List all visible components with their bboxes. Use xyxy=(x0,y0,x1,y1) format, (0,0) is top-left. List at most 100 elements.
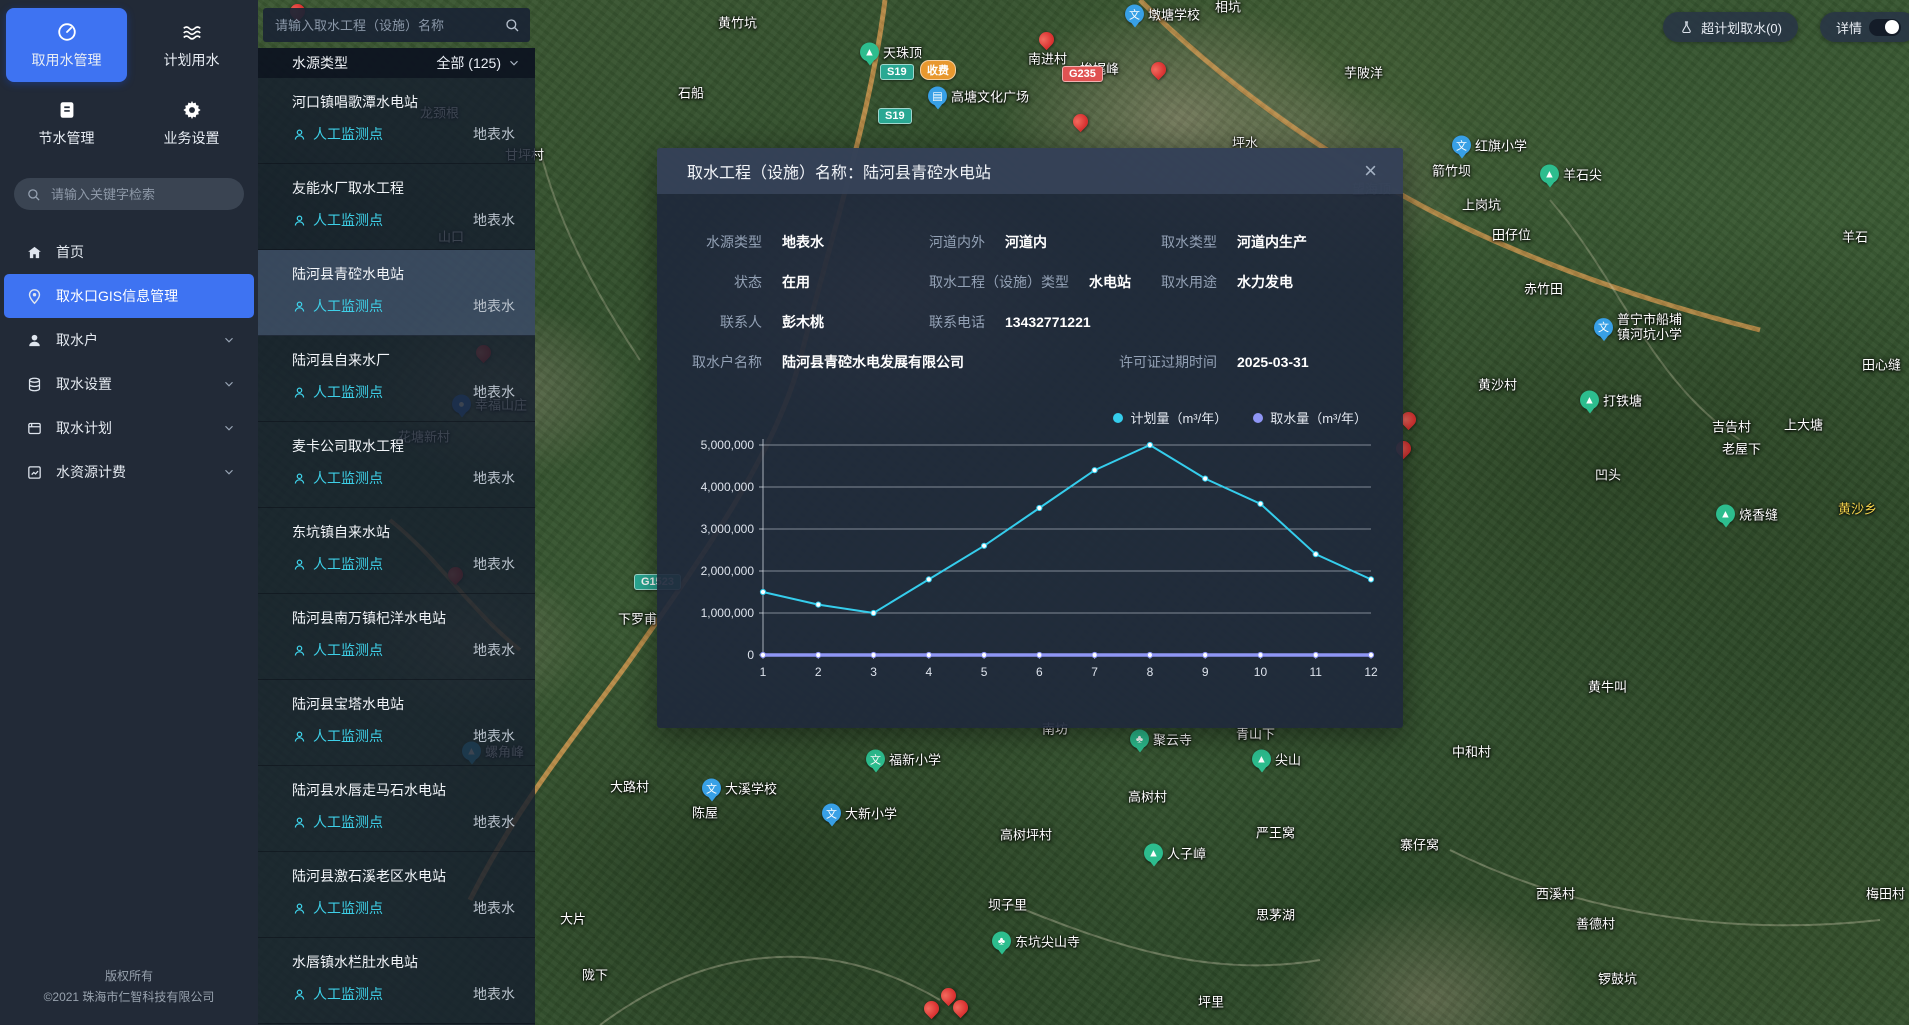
sidebar-item-1[interactable]: 首页 xyxy=(4,230,254,274)
close-icon[interactable]: × xyxy=(1360,158,1381,184)
map-label-text: 羊石尖 xyxy=(1563,165,1602,184)
water-source-label: 地表水 xyxy=(473,898,515,918)
field-value: 陆河县青硿水电发展有限公司 xyxy=(782,352,964,372)
map-poi[interactable]: ▲天珠顶 xyxy=(860,43,922,62)
station-list-item[interactable]: 陆河县宝塔水电站人工监测点地表水 xyxy=(258,680,535,766)
map-label-text: 大新小学 xyxy=(845,804,897,823)
mountain-icon: ▲ xyxy=(1540,165,1559,184)
station-list-item[interactable]: 友能水厂取水工程人工监测点地表水 xyxy=(258,164,535,250)
legend-item[interactable]: 计划量（m³/年） xyxy=(1113,408,1227,427)
map-poi[interactable]: ▲尖山 xyxy=(1252,750,1301,769)
map-marker-pin[interactable] xyxy=(1070,111,1091,132)
gauge-icon xyxy=(56,21,78,43)
monitor-type-link[interactable]: 人工监测点 xyxy=(292,296,383,316)
station-search-input[interactable] xyxy=(273,17,496,34)
station-list-item[interactable]: 陆河县自来水厂人工监测点地表水 xyxy=(258,336,535,422)
map-poi[interactable]: 文福新小学 xyxy=(866,750,941,769)
svg-text:8: 8 xyxy=(1147,665,1154,679)
search-icon[interactable] xyxy=(504,17,520,33)
temple-icon: ♣ xyxy=(992,932,1011,951)
school-icon: 文 xyxy=(702,779,721,798)
sidebar-item-3[interactable]: 取水户 xyxy=(4,318,254,362)
map-marker-pin[interactable] xyxy=(921,998,942,1019)
sidebar-item-5[interactable]: 取水计划 xyxy=(4,406,254,450)
map-marker-pin[interactable] xyxy=(1148,59,1169,80)
svg-text:0: 0 xyxy=(747,648,754,662)
map-place-label: 相坑 xyxy=(1215,0,1241,16)
map-place-label: 高树村 xyxy=(1128,787,1167,806)
school-icon: 文 xyxy=(1594,319,1613,338)
monitor-type-link[interactable]: 人工监测点 xyxy=(292,984,383,1004)
legend-item[interactable]: 取水量（m³/年） xyxy=(1253,408,1367,427)
map-label-text: 坝子里 xyxy=(988,895,1027,914)
monitor-type-link[interactable]: 人工监测点 xyxy=(292,726,383,746)
water-source-label: 地表水 xyxy=(473,468,515,488)
station-list-item[interactable]: 河口镇唱歌潭水电站人工监测点地表水 xyxy=(258,78,535,164)
monitor-type-link[interactable]: 人工监测点 xyxy=(292,210,383,230)
station-list-item[interactable]: 陆河县水唇走马石水电站人工监测点地表水 xyxy=(258,766,535,852)
map-poi[interactable]: ▲人子嶂 xyxy=(1144,844,1206,863)
map-label-text: 东坑尖山寺 xyxy=(1015,932,1080,951)
sidebar-menu: 首页取水口GIS信息管理取水户取水设置取水计划水资源计费 xyxy=(0,230,258,956)
road-shield: S19 xyxy=(878,108,912,124)
sidebar-item-6[interactable]: 水资源计费 xyxy=(4,450,254,494)
map-place-label: 上大塘 xyxy=(1784,415,1823,434)
copyright: 版权所有 ©2021 珠海市仁智科技有限公司 xyxy=(0,956,258,1025)
map-topbar: 超计划取水(0) 详情 xyxy=(1663,12,1909,42)
module-3[interactable]: 节水管理 xyxy=(6,86,127,160)
map-label-text: 黄牛叫 xyxy=(1588,677,1627,696)
svg-text:10: 10 xyxy=(1254,665,1268,679)
station-list-item[interactable]: 东坑镇自来水站人工监测点地表水 xyxy=(258,508,535,594)
station-list-item[interactable]: 陆河县青硿水电站人工监测点地表水 xyxy=(258,250,535,336)
field-value: 13432771221 xyxy=(1005,314,1091,330)
field: 联系电话13432771221 xyxy=(929,302,1091,342)
field-label: 取水工程（设施）类型 xyxy=(929,272,1069,292)
sidebar-item-4[interactable]: 取水设置 xyxy=(4,362,254,406)
map-poi[interactable]: ▲羊石尖 xyxy=(1540,165,1602,184)
map-label-text: 羊石 xyxy=(1842,227,1868,246)
sidebar-item-label: 取水设置 xyxy=(56,374,112,394)
map-poi[interactable]: 文普宁市船埔镇河坑小学 xyxy=(1594,313,1686,343)
monitor-type-link[interactable]: 人工监测点 xyxy=(292,554,383,574)
map-poi[interactable]: ♣聚云寺 xyxy=(1130,730,1192,749)
sidebar-item-2[interactable]: 取水口GIS信息管理 xyxy=(4,274,254,318)
station-list-item[interactable]: 麦卡公司取水工程人工监测点地表水 xyxy=(258,422,535,508)
monitor-type-link[interactable]: 人工监测点 xyxy=(292,382,383,402)
field-label: 取水用途 xyxy=(1085,272,1217,292)
map-label-text: 中和村 xyxy=(1452,742,1491,761)
svg-text:5,000,000: 5,000,000 xyxy=(701,438,755,452)
module-4[interactable]: 业务设置 xyxy=(131,86,252,160)
field-value: 2025-03-31 xyxy=(1237,354,1309,370)
road-shield: 收费 xyxy=(920,60,956,80)
map-poi[interactable]: ▲烧香缝 xyxy=(1716,505,1778,524)
station-name: 陆河县宝塔水电站 xyxy=(292,694,515,714)
station-list-item[interactable]: 陆河县激石溪老区水电站人工监测点地表水 xyxy=(258,852,535,938)
mountain-icon: ▲ xyxy=(1252,750,1271,769)
map-place-label: 陈屋 xyxy=(692,803,718,822)
map-marker-pin[interactable] xyxy=(1036,29,1057,50)
map-poi[interactable]: 文墩塘学校 xyxy=(1125,5,1200,24)
monitor-type-link[interactable]: 人工监测点 xyxy=(292,898,383,918)
map-poi[interactable]: 文大新小学 xyxy=(822,804,897,823)
sidebar-search-input[interactable] xyxy=(49,186,232,203)
monitor-type-link[interactable]: 人工监测点 xyxy=(292,640,383,660)
module-1[interactable]: 取用水管理 xyxy=(6,8,127,82)
detail-toggle[interactable] xyxy=(1869,19,1901,36)
module-2[interactable]: 计划用水 xyxy=(131,8,252,82)
map-poi[interactable]: ▤高塘文化广场 xyxy=(928,87,1029,106)
filter-value-dropdown[interactable]: 全部 (125) xyxy=(436,53,521,73)
map-poi[interactable]: ♣东坑尖山寺 xyxy=(992,932,1080,951)
monitor-type-link[interactable]: 人工监测点 xyxy=(292,468,383,488)
monitor-type-link[interactable]: 人工监测点 xyxy=(292,812,383,832)
monitor-type-label: 人工监测点 xyxy=(313,124,383,144)
over-plan-button[interactable]: 超计划取水(0) xyxy=(1663,12,1798,42)
map-poi[interactable]: 文红旗小学 xyxy=(1452,136,1527,155)
monitor-type-link[interactable]: 人工监测点 xyxy=(292,124,383,144)
station-list-item[interactable]: 陆河县南万镇杞洋水电站人工监测点地表水 xyxy=(258,594,535,680)
map-label-text: 烧香缝 xyxy=(1739,505,1778,524)
copyright-line1: 版权所有 xyxy=(0,966,258,986)
monitor-type-label: 人工监测点 xyxy=(313,984,383,1004)
map-poi[interactable]: 文大溪学校 xyxy=(702,779,777,798)
map-poi[interactable]: ▲打铁塘 xyxy=(1580,391,1642,410)
station-list-item[interactable]: 水唇镇水栏肚水电站人工监测点地表水 xyxy=(258,938,535,1024)
